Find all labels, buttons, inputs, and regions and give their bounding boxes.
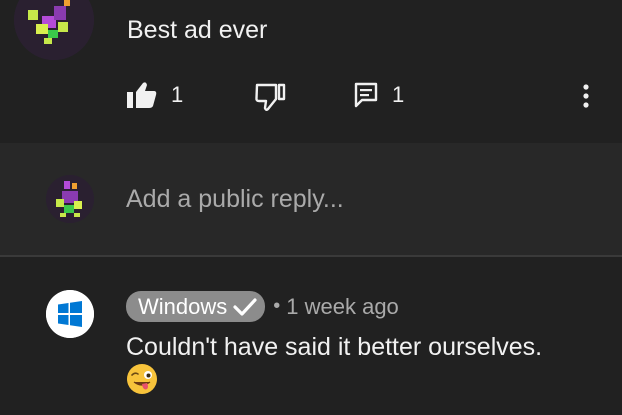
author-name: Windows (138, 293, 228, 319)
reply-box (0, 143, 622, 255)
pixel-character-icon (46, 175, 94, 223)
checkmark-icon (233, 297, 257, 316)
reply-count: 1 (392, 82, 405, 107)
reply-button[interactable]: 1 (354, 82, 404, 108)
author-chip[interactable]: Windows (126, 291, 266, 322)
like-button[interactable]: 1 (127, 82, 183, 108)
meta-separator: • (273, 295, 281, 317)
thumbs-up-icon (127, 82, 157, 108)
winking-face-with-tongue-icon (127, 364, 157, 394)
thumbs-down-icon (255, 83, 286, 111)
reply-input[interactable] (126, 181, 586, 217)
reply-comment: Windows • 1 week ago Couldn't have said … (0, 257, 622, 415)
more-options-button[interactable] (574, 80, 598, 112)
reply-meta: Windows • 1 week ago (126, 291, 399, 322)
commenter-avatar[interactable] (14, 0, 94, 60)
comment-icon (354, 82, 378, 108)
windows-logo-icon (46, 290, 94, 338)
like-count: 1 (171, 82, 184, 107)
more-vert-icon (583, 84, 589, 108)
comment-text: Best ad ever (127, 16, 268, 44)
reply-text: Couldn't have said it better ourselves. (126, 333, 543, 361)
timestamp: 1 week ago (286, 293, 399, 319)
comment-thread: Best ad ever 1 1 (0, 0, 622, 143)
windows-avatar[interactable] (46, 290, 94, 338)
pixel-character-icon (14, 0, 94, 60)
current-user-avatar (46, 175, 94, 223)
dislike-button[interactable] (254, 82, 286, 112)
